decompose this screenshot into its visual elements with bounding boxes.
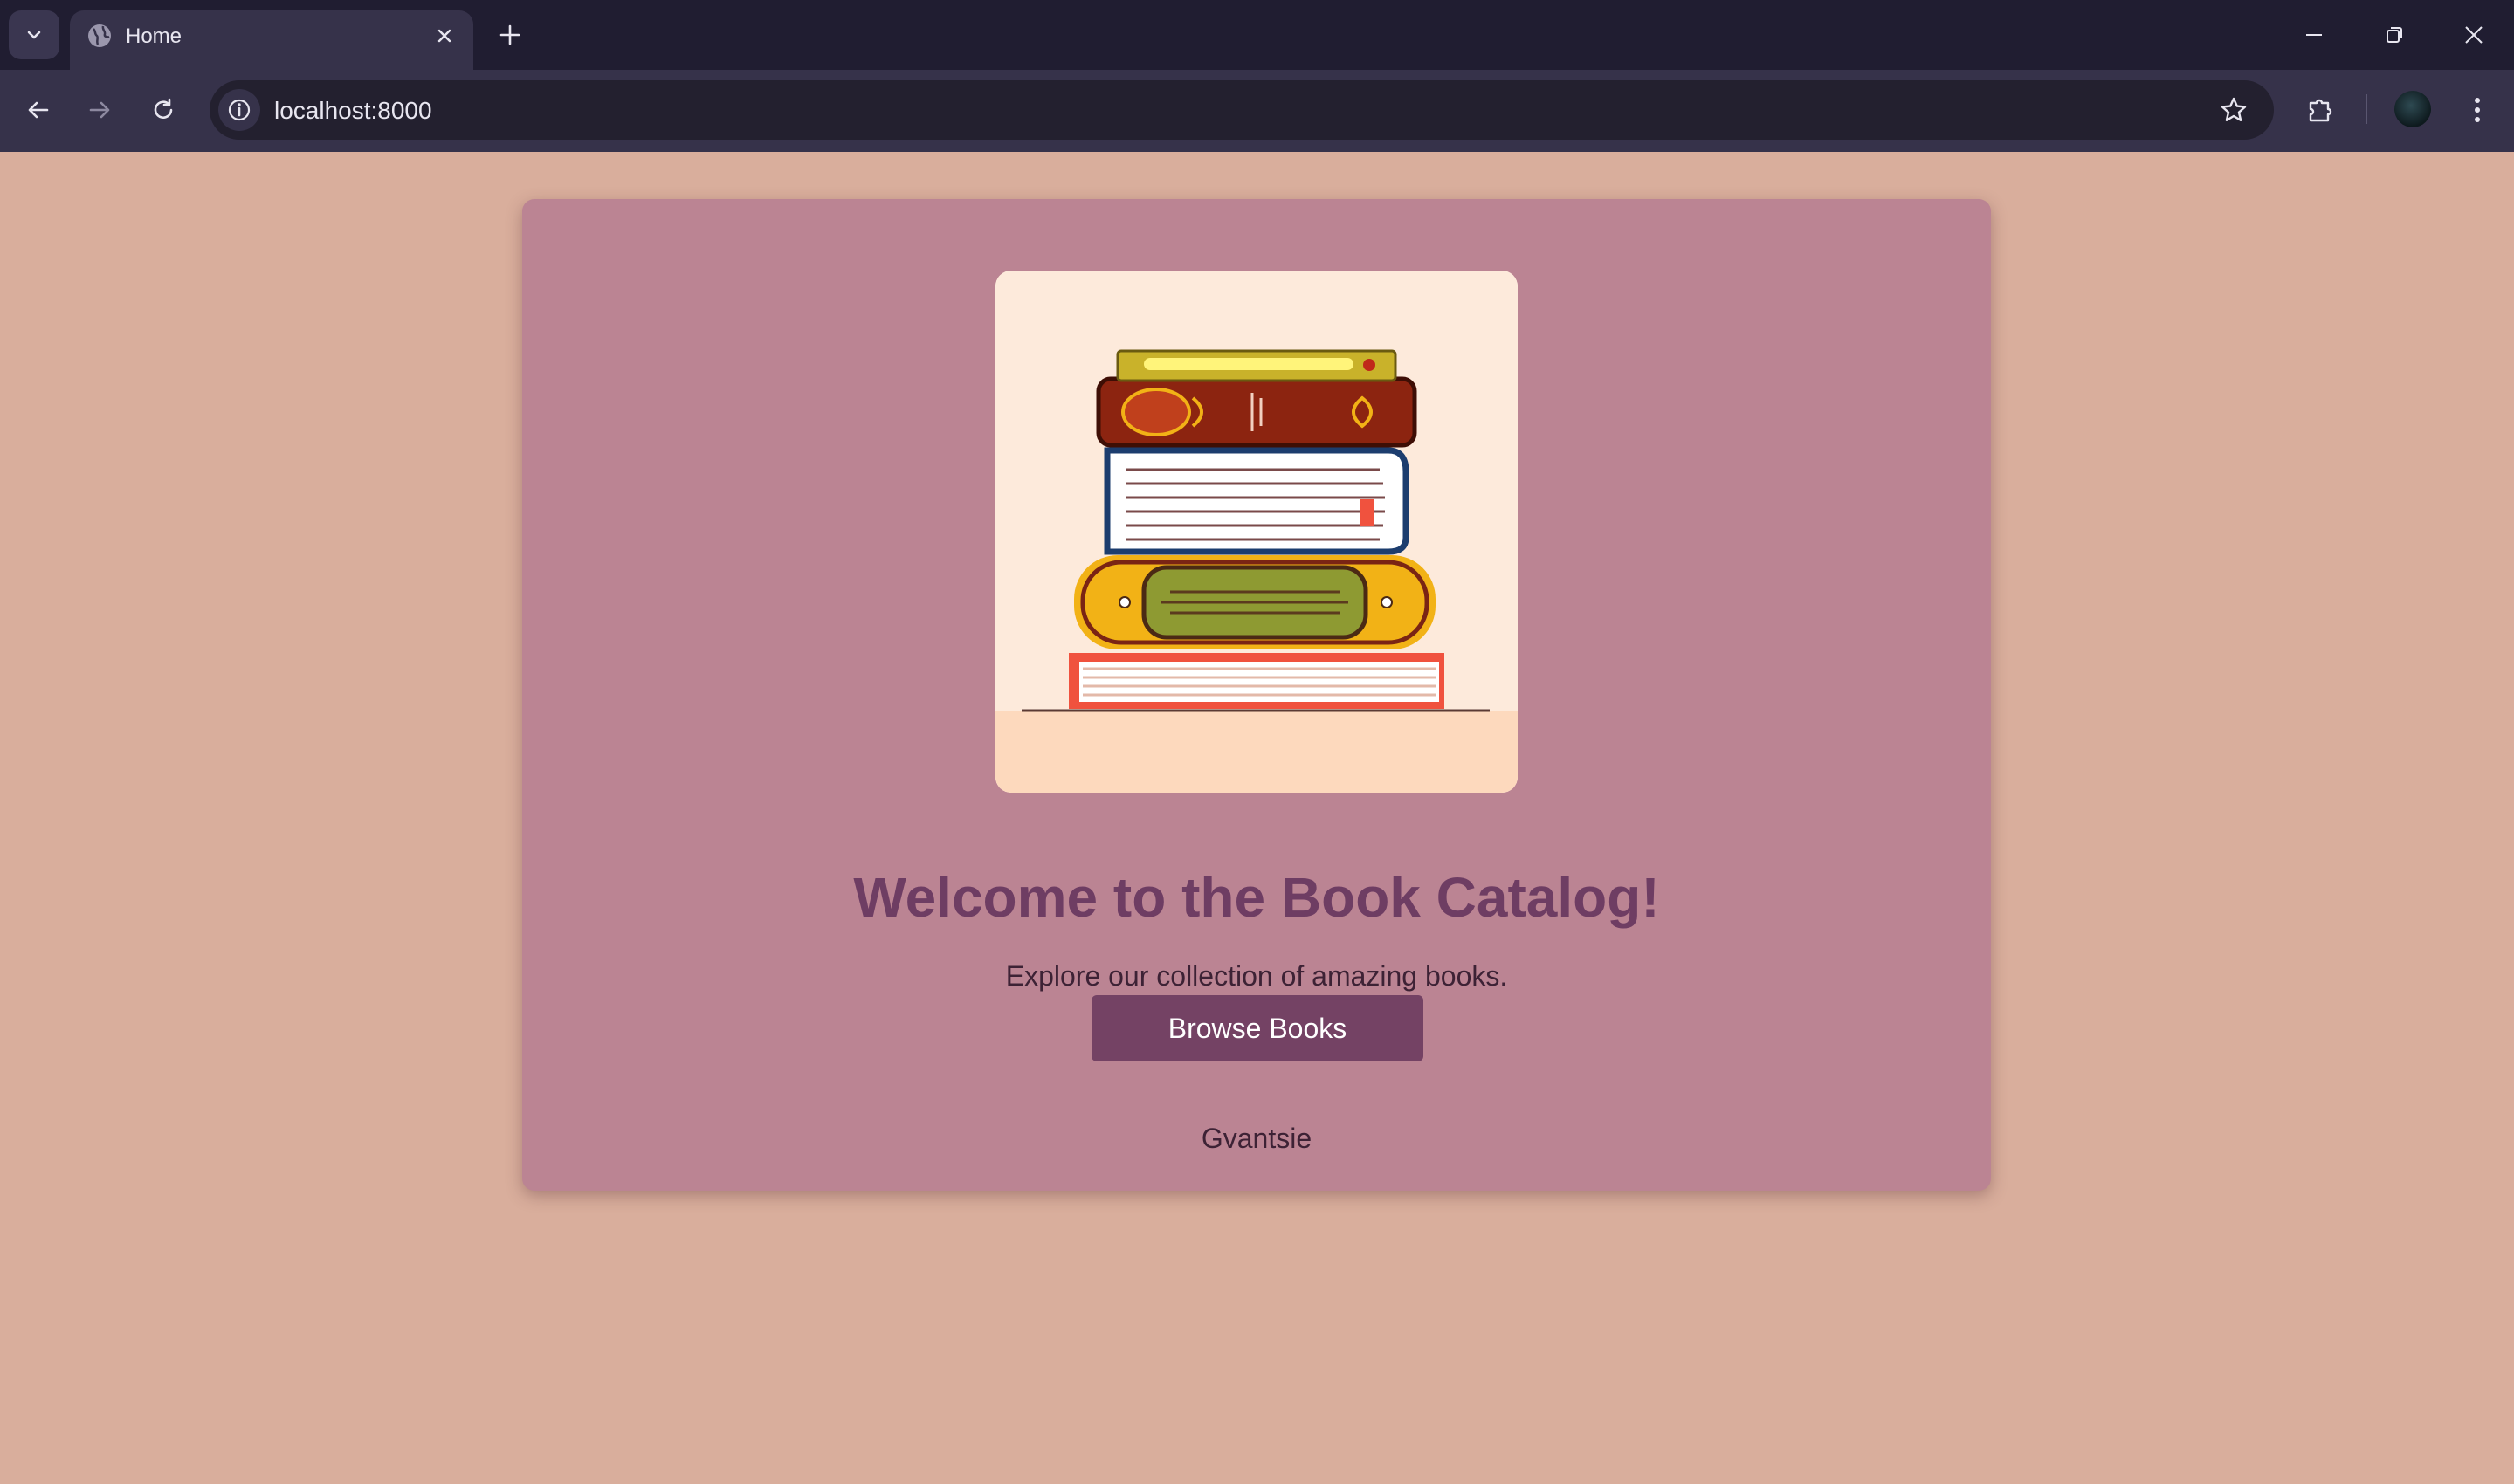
url-text[interactable]: localhost:8000 <box>274 97 432 125</box>
back-icon <box>28 101 49 119</box>
welcome-card: Welcome to the Book Catalog! Explore our… <box>522 199 1991 1191</box>
extensions-button[interactable] <box>2300 89 2342 131</box>
tab-strip: Home <box>0 0 2514 70</box>
new-tab-button[interactable] <box>494 19 526 51</box>
browser-menu-button[interactable] <box>2458 89 2497 131</box>
chevron-down-icon <box>27 31 41 39</box>
author-name: Gvantsie <box>1201 1123 1312 1154</box>
info-icon <box>228 99 251 121</box>
kebab-menu-icon <box>2475 98 2480 122</box>
forward-button[interactable] <box>79 89 121 131</box>
tab-home[interactable]: Home <box>70 10 473 70</box>
restore-icon <box>2387 27 2402 43</box>
globe-icon <box>88 24 111 47</box>
browse-books-button[interactable]: Browse Books <box>1092 995 1423 1061</box>
star-icon <box>2221 97 2247 121</box>
tab-search-button[interactable] <box>9 10 59 59</box>
book-stack-image <box>995 271 1518 793</box>
close-icon <box>437 29 451 43</box>
back-button[interactable] <box>17 89 59 131</box>
address-bar[interactable]: localhost:8000 <box>210 80 2274 140</box>
close-window-button[interactable] <box>2455 16 2493 54</box>
tab-title: Home <box>126 24 183 48</box>
forward-icon <box>89 101 110 119</box>
tab-close-button[interactable] <box>431 23 458 49</box>
minimize-icon <box>2306 34 2322 36</box>
books-illustration <box>995 271 1518 793</box>
reload-button[interactable] <box>142 89 184 131</box>
browser-toolbar: localhost:8000 <box>0 70 2514 152</box>
page-title: Welcome to the Book Catalog! <box>853 865 1660 929</box>
reload-icon <box>154 98 173 119</box>
toolbar-divider <box>2366 94 2367 124</box>
page-subtitle: Explore our collection of amazing books. <box>1005 960 1508 992</box>
site-info-button[interactable] <box>218 89 260 131</box>
profile-avatar[interactable] <box>2394 91 2431 127</box>
restore-button[interactable] <box>2375 16 2414 54</box>
minimize-button[interactable] <box>2295 16 2333 54</box>
close-icon <box>2465 26 2483 44</box>
plus-icon <box>499 24 520 45</box>
bookmark-button[interactable] <box>2214 91 2253 129</box>
puzzle-icon <box>2309 99 2332 122</box>
